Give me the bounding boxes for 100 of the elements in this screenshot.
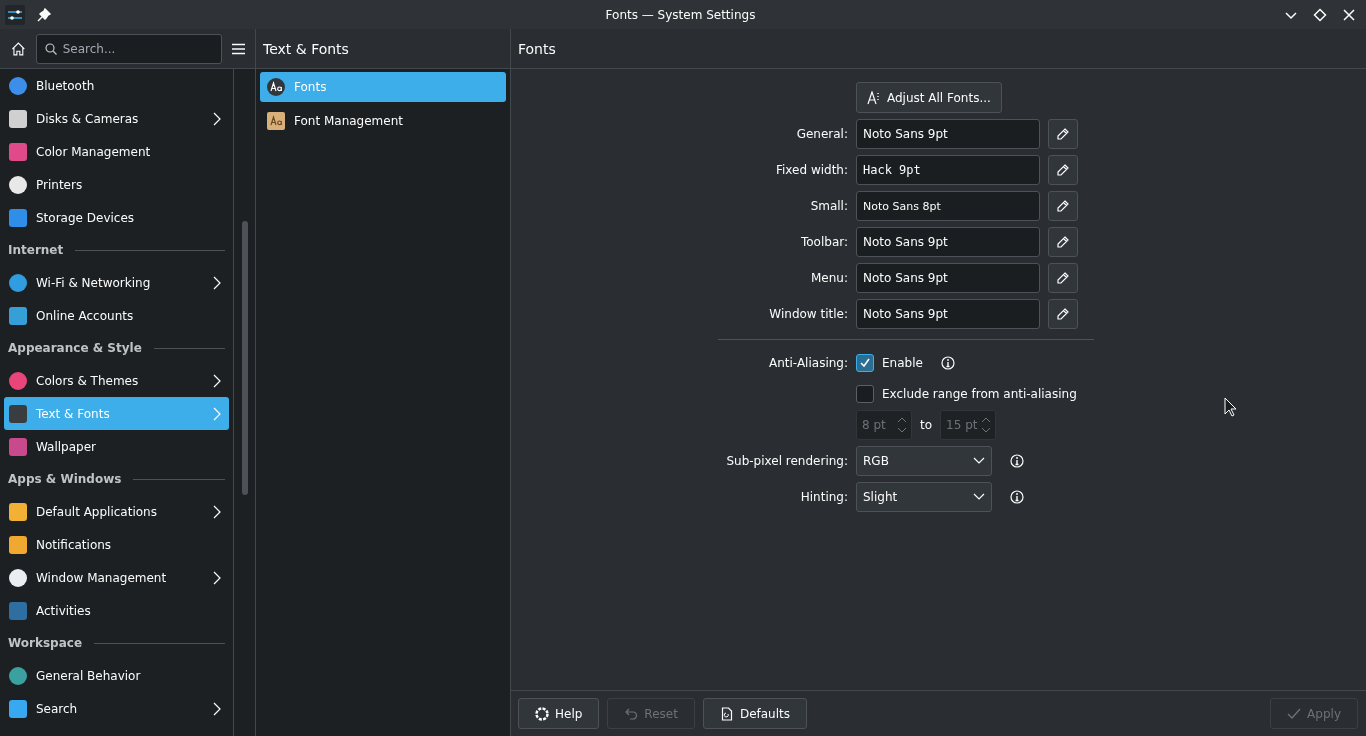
info-icon[interactable] (1010, 454, 1024, 468)
stepper-icon (897, 416, 907, 434)
category-icon (8, 600, 28, 621)
pin-icon[interactable] (37, 7, 51, 22)
section-heading: Apps & Windows (8, 472, 122, 486)
category-icon (8, 272, 28, 293)
sidebar-item[interactable]: Activities (4, 594, 229, 627)
category-icon (8, 174, 28, 195)
category-icon (8, 567, 28, 588)
field-label: Sub-pixel rendering: (725, 454, 848, 468)
sidebar-item[interactable]: Color Management (4, 135, 229, 168)
close-icon[interactable] (1342, 7, 1356, 22)
checkmark-icon (859, 357, 871, 369)
sidebar-item[interactable]: Bluetooth (4, 69, 229, 102)
section-heading: Workspace (8, 636, 83, 650)
edit-font-button[interactable] (1048, 263, 1078, 293)
font-field: Noto Sans 9pt (856, 263, 1040, 293)
sidebar-item[interactable]: Notifications (4, 528, 229, 561)
field-label: Toolbar: (799, 235, 848, 249)
edit-font-button[interactable] (1048, 191, 1078, 221)
sidebar-item[interactable]: Window Management (4, 561, 229, 594)
dropdown[interactable]: Slight (856, 482, 992, 512)
pencil-icon (1057, 272, 1069, 284)
section-heading: Internet (8, 243, 64, 257)
dropdown[interactable]: RGB (856, 446, 992, 476)
font-box-icon (266, 111, 286, 131)
category-icon (8, 108, 28, 129)
pencil-icon (1057, 128, 1069, 140)
document-icon (719, 706, 734, 721)
category-icon (8, 403, 28, 424)
range-separator: to (920, 418, 933, 432)
menu-icon[interactable] (231, 41, 245, 56)
sidebar-item[interactable]: Storage Devices (4, 201, 229, 234)
sidebar-item[interactable]: General Behavior (4, 659, 229, 692)
font-field: Noto Sans 8pt (856, 191, 1040, 221)
category-icon (8, 665, 28, 686)
stepper-icon (981, 416, 992, 434)
category-icon (8, 207, 28, 228)
adjust-fonts-button[interactable]: Adjust All Fonts... (856, 82, 1002, 113)
sidebar-item[interactable]: Colors & Themes (4, 364, 229, 397)
search-icon (44, 42, 57, 55)
sidebar-item[interactable]: Wallpaper (4, 430, 229, 463)
pencil-icon (1057, 308, 1069, 320)
font-field: Noto Sans 9pt (856, 299, 1040, 329)
category-icon (8, 141, 28, 162)
field-label: Fixed width: (774, 163, 848, 177)
search-field[interactable]: Search... (35, 33, 222, 64)
info-icon[interactable] (1010, 490, 1024, 504)
chevron-down-icon (973, 493, 985, 501)
edit-font-button[interactable] (1048, 119, 1078, 149)
pencil-icon (1057, 164, 1069, 176)
edit-font-button[interactable] (1048, 299, 1078, 329)
info-icon[interactable] (940, 356, 955, 370)
category-icon (8, 501, 28, 522)
field-label: Small: (809, 199, 848, 213)
pencil-icon (1057, 236, 1069, 248)
field-label: Window title: (768, 307, 848, 321)
undo-icon (624, 706, 639, 721)
sidebar-item[interactable]: Default Applications (4, 495, 229, 528)
edit-font-button[interactable] (1048, 155, 1078, 185)
checkmark-icon (1287, 706, 1302, 721)
font-size-icon (867, 90, 881, 105)
mouse-cursor-icon (1224, 397, 1238, 417)
category-icon (8, 75, 28, 96)
sidebar-item[interactable]: Disks & Cameras (4, 102, 229, 135)
sidebar-item[interactable]: Printers (4, 168, 229, 201)
field-label: Anti-Aliasing: (768, 356, 848, 370)
page-title: Fonts (518, 40, 556, 57)
sidebar-item[interactable]: Wi-Fi & Networking (4, 266, 229, 299)
pencil-icon (1057, 200, 1069, 212)
checkbox-label: Exclude range from anti-aliasing (882, 387, 1077, 401)
category-icon (8, 534, 28, 555)
chevron-down-icon (973, 457, 985, 465)
sliders-icon[interactable] (5, 4, 25, 25)
sidebar-item[interactable]: Online Accounts (4, 299, 229, 332)
font-field: Noto Sans 9pt (856, 119, 1040, 149)
help-button[interactable]: Help (518, 698, 600, 729)
checkbox[interactable] (856, 354, 874, 372)
section-heading: Appearance & Style (8, 341, 142, 355)
category-icon (8, 698, 28, 719)
checkbox-label: Enable (882, 356, 923, 370)
scrollbar-thumb[interactable] (241, 221, 248, 495)
lifebuoy-icon (535, 706, 549, 721)
font-field: Hack 9pt (856, 155, 1040, 185)
sidebar-item[interactable]: Search (4, 692, 229, 725)
category-icon (8, 305, 28, 326)
window-title: Fonts — System Settings (605, 7, 756, 22)
font-field: Noto Sans 9pt (856, 227, 1040, 257)
category-icon (8, 370, 28, 391)
maximize-icon[interactable] (1313, 7, 1327, 22)
field-label: Hinting: (799, 490, 848, 504)
edit-font-button[interactable] (1048, 227, 1078, 257)
defaults-button[interactable]: Defaults (702, 698, 807, 729)
panel-title: Text & Fonts (263, 40, 349, 57)
subpanel-item[interactable]: Font Management (260, 106, 506, 136)
field-label: Menu: (810, 271, 848, 285)
checkbox[interactable] (856, 385, 874, 403)
category-icon (8, 436, 28, 457)
font-circle-icon (266, 77, 286, 97)
field-label: General: (795, 127, 848, 141)
